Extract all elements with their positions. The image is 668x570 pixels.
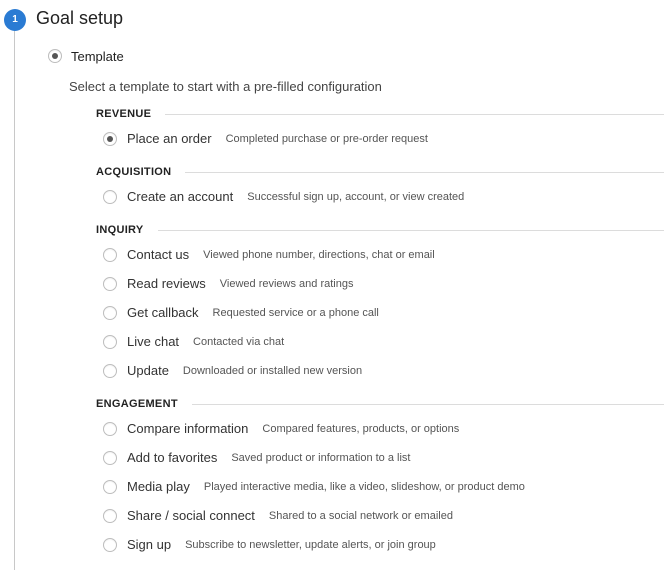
template-option-description: Shared to a social network or emailed (268, 509, 453, 522)
template-radio-button[interactable] (103, 305, 117, 320)
template-option[interactable]: Live chat Contacted via chat (96, 327, 664, 356)
template-option[interactable]: Get callback Requested service or a phone… (96, 298, 664, 327)
template-radio-button[interactable] (103, 421, 117, 436)
template-radio-button[interactable] (103, 334, 117, 349)
category-divider (185, 171, 664, 173)
template-radio-button[interactable] (103, 189, 117, 204)
template-option-label: Place an order (127, 131, 212, 146)
category-heading: INQUIRY (96, 220, 664, 240)
template-option-description: Subscribe to newsletter, update alerts, … (185, 538, 436, 551)
template-radio-label: Template (71, 48, 124, 64)
category-heading: ACQUISITION (96, 162, 664, 182)
template-option[interactable]: Create an account Successful sign up, acc… (96, 182, 664, 211)
template-option-description: Successful sign up, account, or view cre… (247, 190, 465, 203)
step-number-badge: 1 (4, 9, 26, 31)
template-option[interactable]: Share / social connect Shared to a social… (96, 501, 664, 530)
template-option-description: Downloaded or installed new version (182, 364, 363, 377)
template-option-label: Media play (127, 479, 190, 494)
template-radio-button[interactable] (103, 537, 117, 552)
section-title: Goal setup (36, 8, 124, 28)
template-option-description: Completed purchase or pre-order request (225, 132, 428, 145)
template-option-label: Share / social connect (127, 508, 255, 523)
template-radio-button[interactable] (103, 276, 117, 291)
template-radio-button[interactable] (103, 479, 117, 494)
template-radio-button[interactable] (103, 508, 117, 523)
category-label: INQUIRY (96, 224, 144, 236)
template-radio-button[interactable] (48, 49, 62, 63)
template-radio-option[interactable]: Template (48, 48, 124, 64)
template-option[interactable]: Contact us Viewed phone number, direction… (96, 240, 664, 269)
template-option-description: Viewed reviews and ratings (219, 277, 354, 290)
step-timeline-line (14, 30, 15, 570)
template-option-description: Compared features, products, or options (262, 422, 460, 435)
template-option[interactable]: Read reviews Viewed reviews and ratings (96, 269, 664, 298)
template-radio-button[interactable] (103, 450, 117, 465)
template-option-label: Get callback (127, 305, 199, 320)
category-heading: ENGAGEMENT (96, 394, 664, 414)
template-option[interactable]: Media play Played interactive media, like… (96, 472, 664, 501)
category-divider (157, 229, 664, 231)
category-divider (165, 113, 664, 115)
template-option[interactable]: Sign up Subscribe to newsletter, update a… (96, 530, 664, 559)
category-label: ENGAGEMENT (96, 398, 178, 410)
template-option[interactable]: Update Downloaded or installed new versio… (96, 356, 664, 385)
template-radio-button[interactable] (103, 131, 117, 146)
template-option-label: Contact us (127, 247, 190, 262)
category-heading: REVENUE (96, 104, 664, 124)
template-option-description: Played interactive media, like a video, … (203, 480, 525, 493)
template-radio-button[interactable] (103, 247, 117, 262)
template-option-label: Live chat (127, 334, 180, 349)
template-option-description: Viewed phone number, directions, chat or… (203, 248, 435, 261)
template-option-description: Requested service or a phone call (212, 306, 379, 319)
template-option-description: Saved product or information to a list (231, 451, 411, 464)
template-option-description: Contacted via chat (193, 335, 285, 348)
template-option-label: Create an account (127, 189, 234, 204)
template-option[interactable]: Add to favorites Saved product or informa… (96, 443, 664, 472)
template-radio-button[interactable] (103, 363, 117, 378)
template-option-label: Read reviews (127, 276, 206, 291)
template-option-label: Sign up (127, 537, 172, 552)
category-divider (191, 403, 664, 405)
template-list: REVENUE Place an order Completed purchase … (96, 104, 664, 559)
template-option[interactable]: Compare information Compared features, pr… (96, 414, 664, 443)
template-option-label: Add to favorites (127, 450, 218, 465)
template-option-label: Compare information (127, 421, 249, 436)
template-option-label: Update (127, 363, 169, 378)
template-option[interactable]: Place an order Completed purchase or pre-… (96, 124, 664, 153)
category-label: ACQUISITION (96, 166, 172, 178)
template-description: Select a template to start with a pre-fi… (69, 79, 382, 94)
category-label: REVENUE (96, 108, 152, 120)
